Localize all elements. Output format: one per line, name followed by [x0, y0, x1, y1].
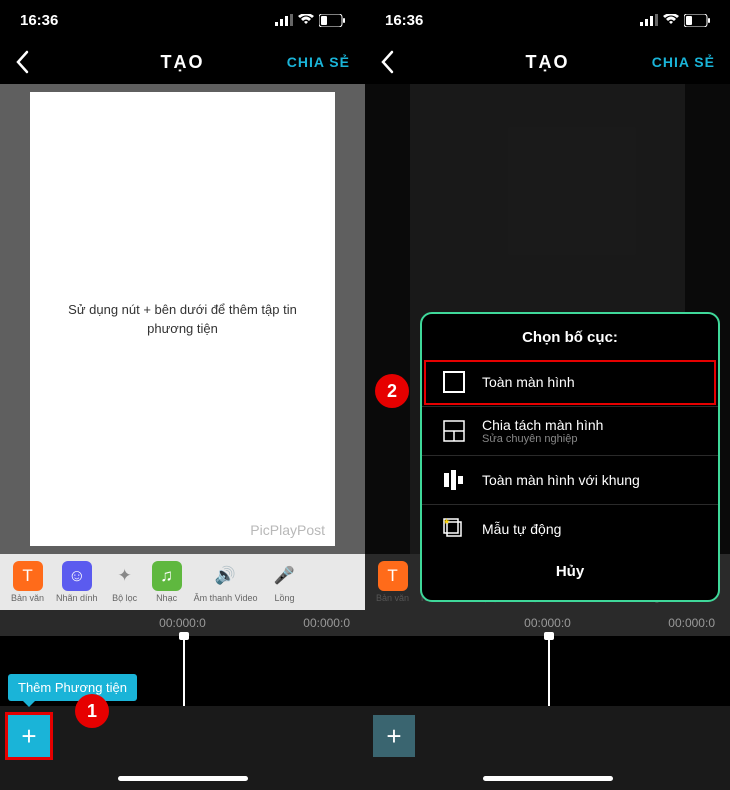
- text-icon: T: [13, 561, 43, 591]
- status-time: 16:36: [385, 12, 423, 29]
- home-indicator-area: [0, 766, 365, 790]
- svg-text:★: ★: [443, 518, 450, 526]
- home-indicator[interactable]: [118, 776, 248, 781]
- status-icons: [640, 14, 710, 27]
- canvas[interactable]: Sử dụng nút + bên dưới để thêm tập tin p…: [30, 92, 335, 546]
- music-icon: ♫: [152, 561, 182, 591]
- toolbar: TBản văn ☺Nhãn dính ✦Bộ lọc ♫Nhạc 🔊Âm th…: [0, 554, 365, 610]
- split-icon: [440, 417, 468, 445]
- nav-title: TẠO: [161, 52, 205, 73]
- step-badge-2: 2: [375, 374, 409, 408]
- tool-audio[interactable]: 🔊Âm thanh Video: [188, 561, 264, 603]
- timeline-track[interactable]: [365, 636, 730, 706]
- timecode-right: 00:000:0: [303, 616, 350, 630]
- tool-text[interactable]: TBản văn: [5, 561, 50, 603]
- add-media-button[interactable]: +: [373, 715, 415, 757]
- home-indicator-area: [365, 766, 730, 790]
- signal-icon: [275, 14, 293, 26]
- add-media-button[interactable]: +: [8, 715, 50, 757]
- back-button[interactable]: [380, 50, 394, 74]
- status-bar: 16:36: [0, 0, 365, 40]
- frame-icon: [440, 466, 468, 494]
- popup-cancel-button[interactable]: Hủy: [422, 553, 718, 590]
- popup-option-frame[interactable]: Toàn màn hình với khung: [422, 456, 718, 505]
- playhead[interactable]: [548, 636, 550, 706]
- canvas-placeholder-text: Sử dụng nút + bên dưới để thêm tập tin p…: [30, 300, 335, 339]
- tool-music[interactable]: ♫Nhạc: [146, 561, 188, 603]
- popup-option-split[interactable]: Chia tách màn hìnhSửa chuyên nghiệp: [422, 407, 718, 456]
- phone-right: 16:36 TẠO CHIA SẺ 2 Chọn bố cục: Toàn mà…: [365, 0, 730, 790]
- popup-title: Chọn bố cục:: [422, 329, 718, 346]
- auto-template-icon: ★: [440, 515, 468, 543]
- filter-icon: ✦: [110, 561, 140, 591]
- battery-icon: [684, 14, 710, 27]
- timecode-center: 00:000:0: [524, 616, 571, 630]
- step-badge-1: 1: [75, 694, 109, 728]
- tool-voice[interactable]: 🎤Lồng: [263, 561, 305, 603]
- nav-bar: TẠO CHIA SẺ: [365, 40, 730, 84]
- audio-icon: 🔊: [211, 561, 241, 591]
- mic-icon: 🎤: [269, 561, 299, 591]
- wifi-icon: [298, 14, 314, 26]
- back-button[interactable]: [15, 50, 29, 74]
- share-button[interactable]: CHIA SẺ: [652, 54, 715, 70]
- nav-bar: TẠO CHIA SẺ: [0, 40, 365, 84]
- add-media-tooltip: Thêm Phương tiện: [8, 674, 137, 701]
- sticker-icon: ☺: [62, 561, 92, 591]
- text-icon: T: [378, 561, 408, 591]
- fullscreen-icon: [440, 368, 468, 396]
- popup-option-fullscreen[interactable]: Toàn màn hình: [422, 358, 718, 407]
- watermark: PicPlayPost: [250, 522, 325, 538]
- popup-option-auto[interactable]: ★ Mẫu tự động: [422, 505, 718, 553]
- wifi-icon: [663, 14, 679, 26]
- tool-filter[interactable]: ✦Bộ lọc: [104, 561, 146, 603]
- home-indicator[interactable]: [483, 776, 613, 781]
- share-button[interactable]: CHIA SẺ: [287, 54, 350, 70]
- tool-sticker[interactable]: ☺Nhãn dính: [50, 561, 104, 603]
- layout-popup: Chọn bố cục: Toàn màn hình Chia tách màn…: [420, 312, 720, 602]
- canvas-area: 2 Chọn bố cục: Toàn màn hình Chia tách m…: [365, 84, 730, 554]
- timecode-right: 00:000:0: [668, 616, 715, 630]
- canvas-area: Sử dụng nút + bên dưới để thêm tập tin p…: [0, 84, 365, 554]
- media-section: Thêm Phương tiện + 1: [0, 706, 365, 766]
- nav-title: TẠO: [526, 52, 570, 73]
- status-icons: [275, 14, 345, 27]
- status-bar: 16:36: [365, 0, 730, 40]
- media-section: +: [365, 706, 730, 766]
- status-time: 16:36: [20, 12, 58, 29]
- signal-icon: [640, 14, 658, 26]
- chevron-left-icon: [15, 50, 29, 74]
- playhead[interactable]: [183, 636, 185, 706]
- battery-icon: [319, 14, 345, 27]
- phone-left: 16:36 TẠO CHIA SẺ Sử dụng nút + bên dưới…: [0, 0, 365, 790]
- timecode-center: 00:000:0: [159, 616, 206, 630]
- tool-text[interactable]: TBản văn: [370, 561, 415, 603]
- chevron-left-icon: [380, 50, 394, 74]
